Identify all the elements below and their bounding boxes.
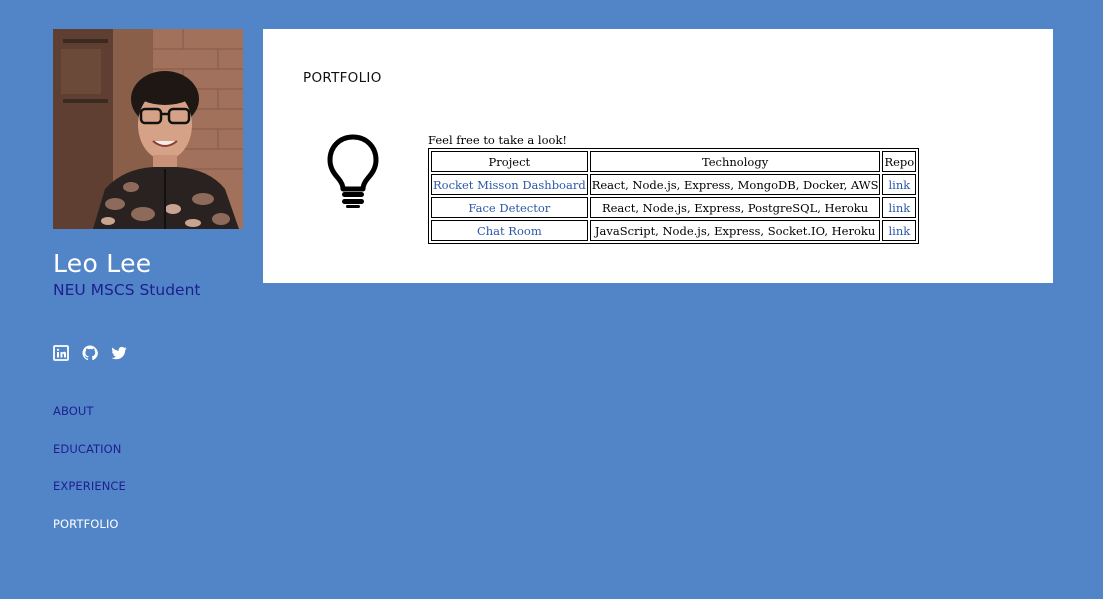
- profile-subtitle: NEU MSCS Student: [53, 281, 201, 299]
- profile-photo: [53, 29, 243, 229]
- column-header-technology: Technology: [589, 151, 881, 172]
- lightbulb-icon: [327, 134, 379, 208]
- table-header-row: Project Technology Repo: [431, 151, 917, 172]
- technology-cell: React, Node.js, Express, MongoDB, Docker…: [589, 174, 881, 195]
- repo-link[interactable]: link: [888, 224, 910, 238]
- side-nav: ABOUT EDUCATION EXPERIENCE PORTFOLIO: [53, 404, 253, 554]
- project-link[interactable]: Face Detector: [468, 201, 550, 215]
- table-row: Rocket Misson Dashboard React, Node.js, …: [431, 174, 917, 195]
- project-link[interactable]: Rocket Misson Dashboard: [433, 178, 586, 192]
- repo-link[interactable]: link: [888, 201, 910, 215]
- nav-item-portfolio[interactable]: PORTFOLIO: [53, 517, 253, 555]
- technology-cell: JavaScript, Node.js, Express, Socket.IO,…: [589, 220, 881, 241]
- nav-item-about[interactable]: ABOUT: [53, 404, 253, 442]
- profile-name: Leo Lee: [53, 249, 152, 278]
- social-links: [53, 345, 253, 361]
- sidebar: Leo Lee NEU MSCS Student ABOUT EDUCATION…: [53, 29, 253, 570]
- projects-table: Project Technology Repo Rocket Misson Da…: [428, 148, 920, 244]
- github-icon[interactable]: [82, 345, 98, 361]
- section-title: PORTFOLIO: [303, 70, 382, 86]
- twitter-icon[interactable]: [111, 345, 127, 361]
- table-row: Face Detector React, Node.js, Express, P…: [431, 197, 917, 218]
- table-row: Chat Room JavaScript, Node.js, Express, …: [431, 220, 917, 241]
- column-header-repo: Repo: [882, 151, 917, 172]
- linkedin-icon[interactable]: [53, 345, 69, 361]
- nav-item-experience[interactable]: EXPERIENCE: [53, 479, 253, 517]
- repo-link[interactable]: link: [888, 178, 910, 192]
- nav-item-education[interactable]: EDUCATION: [53, 442, 253, 480]
- project-link[interactable]: Chat Room: [477, 224, 542, 238]
- column-header-project: Project: [431, 151, 588, 172]
- portfolio-card: PORTFOLIO Feel free to take a look! Proj…: [263, 29, 1053, 283]
- technology-cell: React, Node.js, Express, PostgreSQL, Her…: [589, 197, 881, 218]
- portfolio-intro: Feel free to take a look!: [428, 133, 568, 147]
